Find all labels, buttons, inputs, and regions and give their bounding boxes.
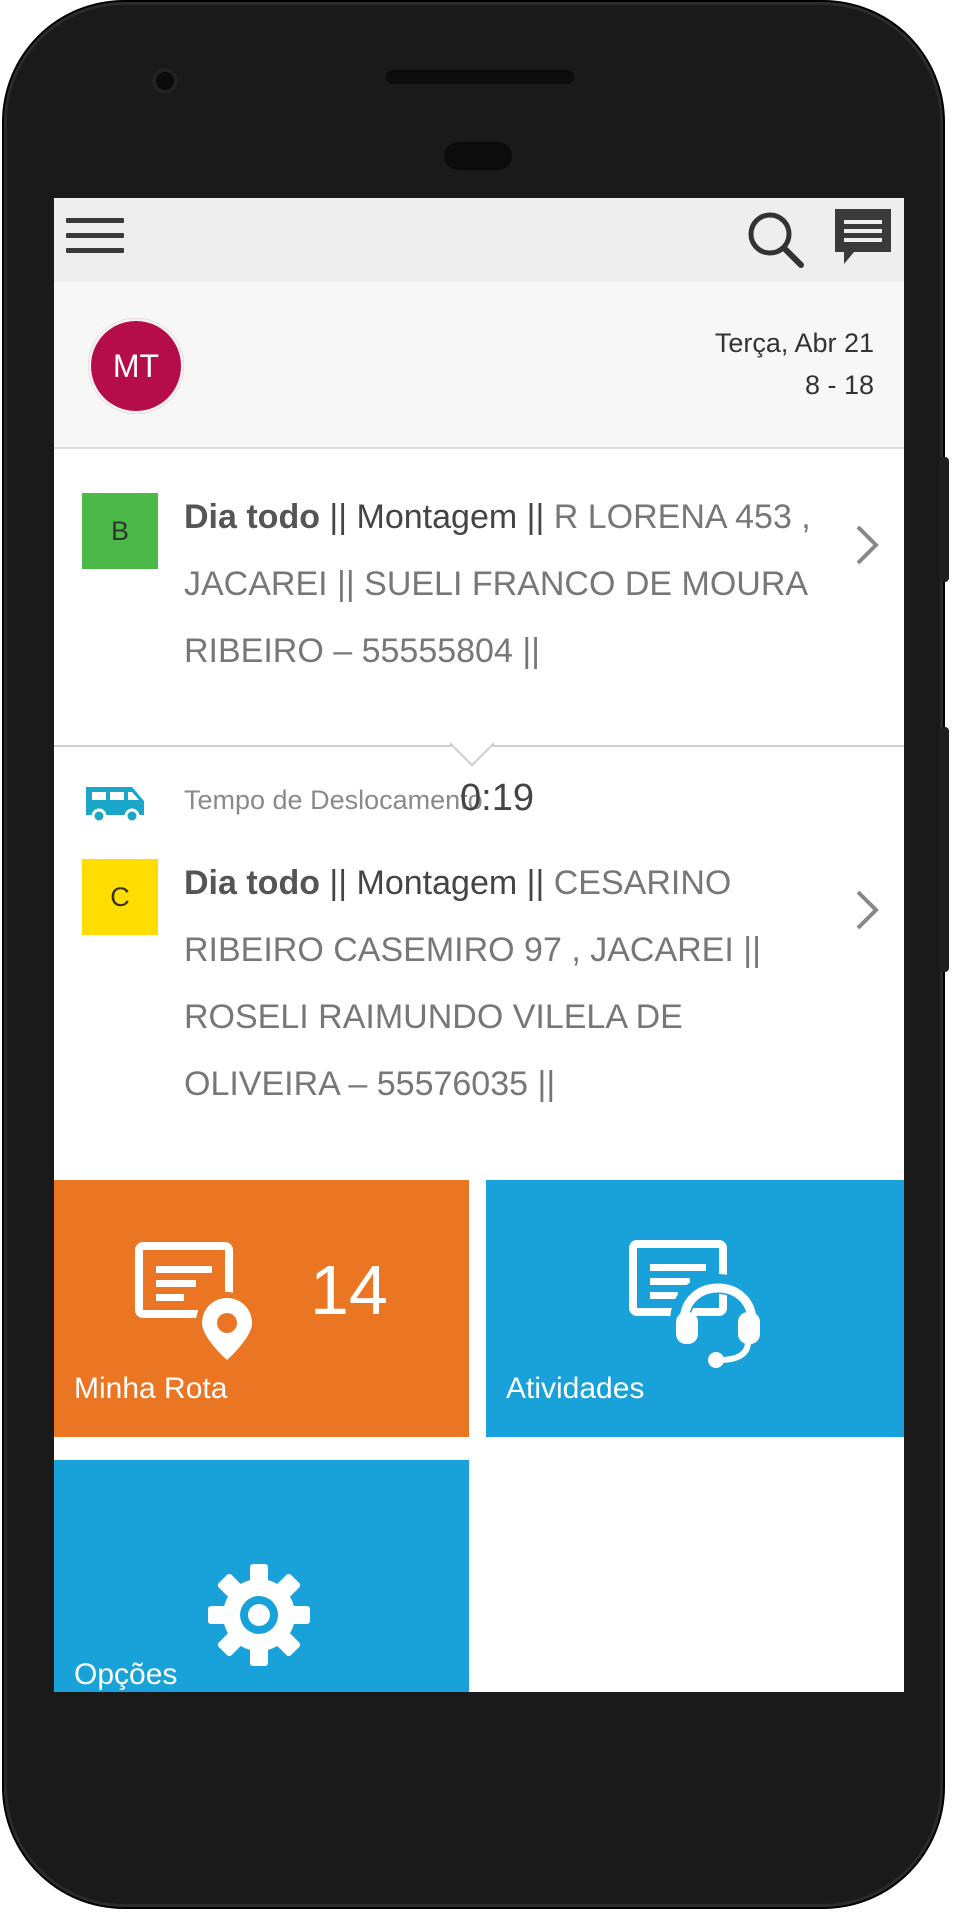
sensor bbox=[444, 142, 512, 170]
top-toolbar bbox=[54, 198, 904, 282]
my-route-tile[interactable]: 14 Minha Rota bbox=[54, 1180, 469, 1437]
travel-time-label: Tempo de Deslocamento bbox=[184, 785, 483, 815]
appointment-time: Dia todo bbox=[184, 498, 320, 536]
appointment-text: Dia todo || Montagem || R LORENA 453 , J… bbox=[184, 484, 814, 685]
avatar[interactable]: MT bbox=[88, 318, 184, 414]
appointment-type: || Montagem || bbox=[319, 864, 554, 902]
appointment-text: Dia todo || Montagem || CESARINO RIBEIRO… bbox=[184, 850, 814, 1118]
appointment-type: || Montagem || bbox=[319, 498, 554, 536]
options-tile[interactable]: Opções bbox=[54, 1460, 469, 1692]
chevron-right-icon bbox=[856, 890, 879, 930]
phone-frame: MT Terça, Abr 21 8 - 18 B Dia todo || Mo… bbox=[4, 2, 949, 1907]
appointment-time: Dia todo bbox=[184, 864, 320, 902]
front-camera bbox=[152, 68, 178, 94]
van-icon bbox=[86, 787, 144, 824]
route-map-pin-icon bbox=[135, 1242, 258, 1366]
volume-button bbox=[939, 727, 949, 972]
earpiece-speaker bbox=[386, 70, 574, 84]
appointment-item[interactable]: B Dia todo || Montagem || R LORENA 453 ,… bbox=[54, 458, 904, 738]
working-hours: 8 - 18 bbox=[804, 370, 874, 400]
gear-icon bbox=[208, 1564, 310, 1666]
appointment-badge: C bbox=[82, 859, 158, 935]
options-label: Opções bbox=[74, 1658, 178, 1691]
activities-label: Atividades bbox=[506, 1372, 645, 1405]
appointment-item[interactable]: C Dia todo || Montagem || CESARINO RIBEI… bbox=[54, 838, 904, 1138]
chevron-right-icon bbox=[856, 525, 879, 565]
chat-message-icon[interactable] bbox=[832, 206, 894, 270]
travel-time-row: Tempo de Deslocamento 0:19 bbox=[54, 773, 904, 833]
travel-time-value: 0:19 bbox=[460, 777, 534, 819]
date-block: Terça, Abr 21 8 - 18 bbox=[715, 322, 874, 406]
power-button bbox=[939, 457, 949, 582]
user-header: MT Terça, Abr 21 8 - 18 bbox=[54, 282, 904, 449]
app-screen: MT Terça, Abr 21 8 - 18 B Dia todo || Mo… bbox=[54, 198, 904, 1692]
route-count: 14 bbox=[310, 1251, 388, 1329]
my-route-label: Minha Rota bbox=[74, 1372, 228, 1405]
date-label: Terça, Abr 21 bbox=[714, 328, 874, 358]
hamburger-menu-icon[interactable] bbox=[66, 218, 126, 262]
search-icon[interactable] bbox=[744, 208, 806, 270]
support-headset-icon bbox=[629, 1240, 766, 1368]
appointment-badge: B bbox=[82, 493, 158, 569]
activities-tile[interactable]: Atividades bbox=[486, 1180, 904, 1437]
